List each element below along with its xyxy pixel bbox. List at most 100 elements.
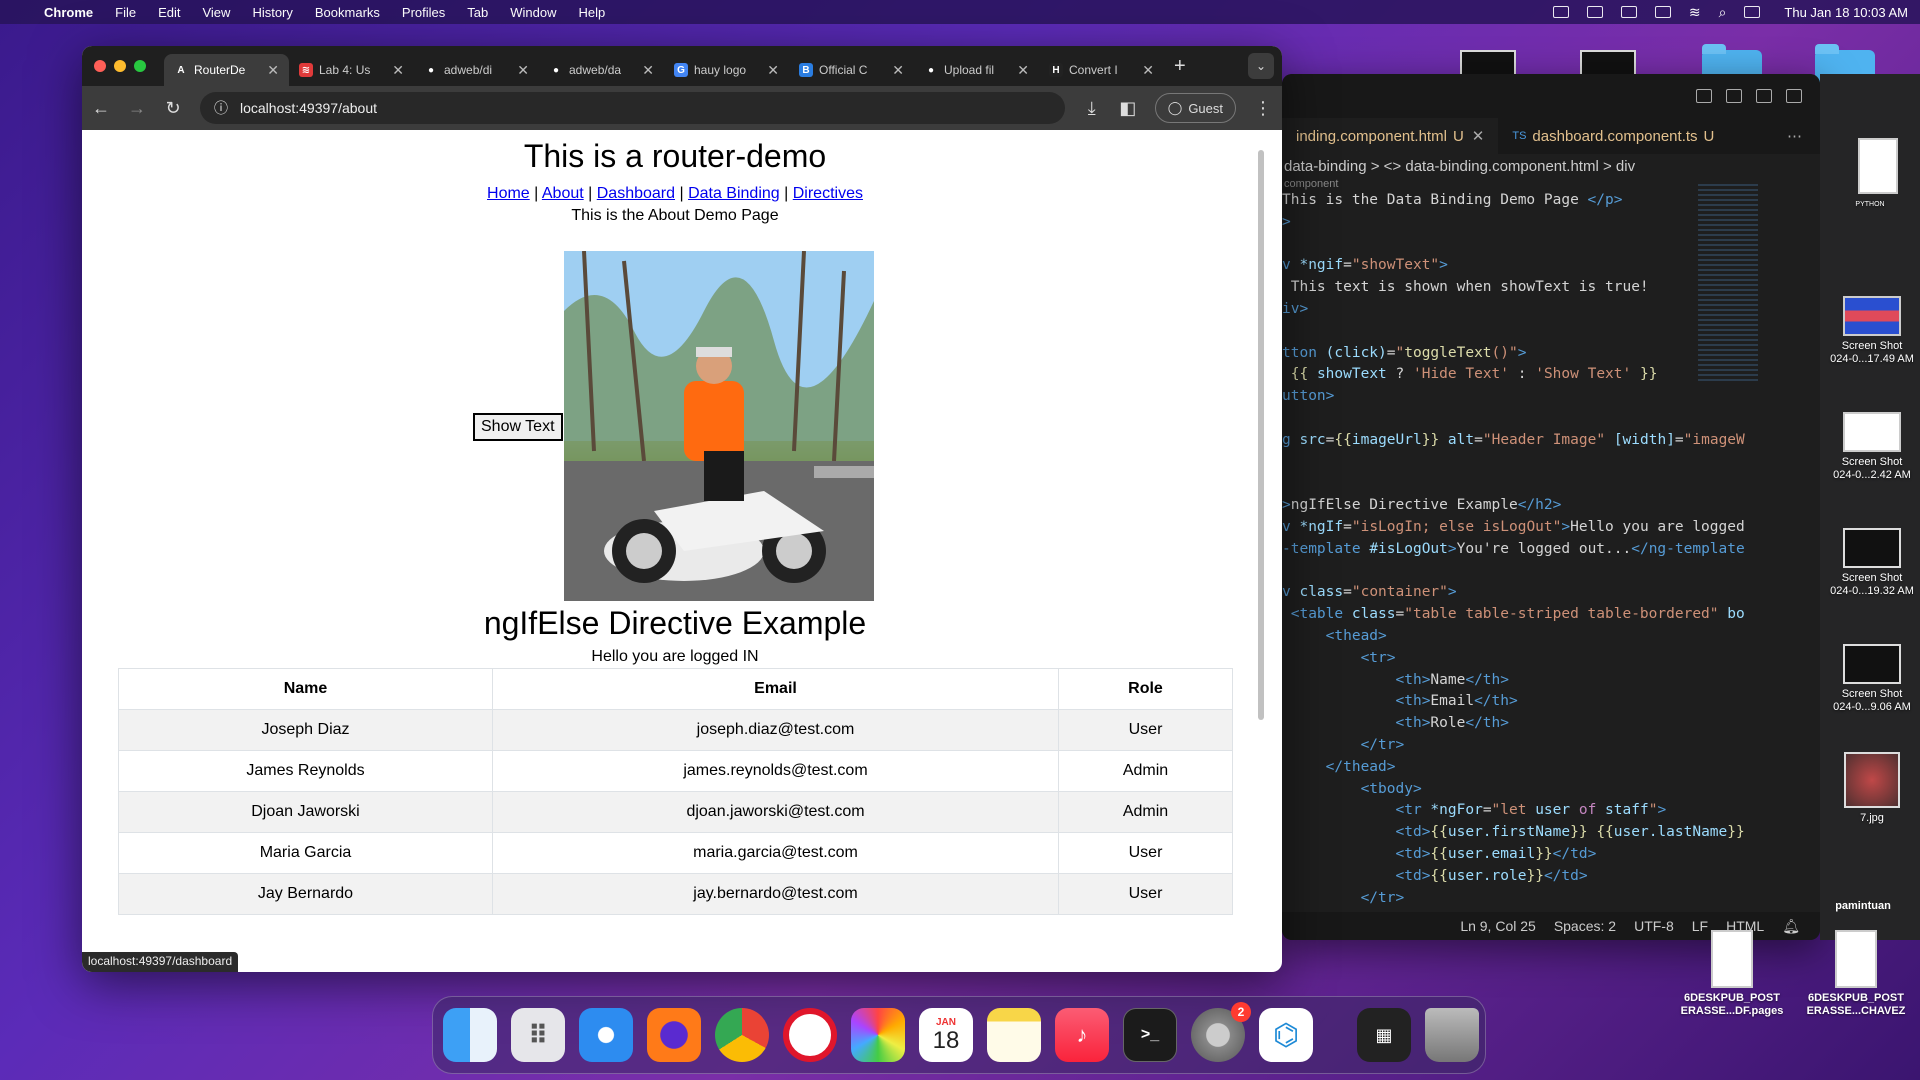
menu-clock[interactable]: Thu Jan 18 10:03 AM [1784, 5, 1908, 20]
vscode-tab-ts[interactable]: TS dashboard.component.ts U [1498, 118, 1728, 154]
screen-mirror-icon[interactable] [1552, 6, 1569, 18]
back-button[interactable]: ← [92, 98, 110, 119]
nav-link-dashboard[interactable]: Dashboard [597, 185, 675, 202]
menu-edit[interactable]: Edit [158, 5, 180, 20]
search-icon[interactable]: ⌕ [1719, 4, 1727, 21]
nav-link-about[interactable]: About [542, 185, 584, 202]
close-tab-icon[interactable]: ✕ [267, 62, 279, 79]
notes-icon[interactable] [987, 1008, 1041, 1062]
vscode-tab-html[interactable]: inding.component.html U ✕ [1282, 118, 1499, 154]
minimap[interactable] [1698, 184, 1758, 384]
finder-icon[interactable] [443, 1008, 497, 1062]
firefox-icon[interactable] [647, 1008, 701, 1062]
close-window-button[interactable] [94, 60, 106, 72]
safari-icon[interactable] [579, 1008, 633, 1062]
minimize-window-button[interactable] [114, 60, 126, 72]
music-icon[interactable]: ♪ [1055, 1008, 1109, 1062]
menu-bookmarks[interactable]: Bookmarks [315, 5, 380, 20]
close-tab-icon[interactable]: ✕ [892, 62, 904, 79]
desktop-screenshot-3[interactable]: Screen Shot 024-0...19.32 AM [1824, 528, 1920, 598]
menu-history[interactable]: History [252, 5, 292, 20]
download-icon[interactable]: ⤓ [1083, 98, 1101, 119]
toggle-panel-icon[interactable] [1726, 89, 1742, 103]
vscode-tabs: inding.component.html U ✕ TS dashboard.c… [1282, 118, 1820, 154]
desktop-screenshot-1[interactable]: Screen Shot 024-0...17.49 AM [1824, 296, 1920, 366]
launchpad-icon[interactable]: ⠿ [511, 1008, 565, 1062]
control-center-icon[interactable] [1744, 6, 1761, 18]
nav-link-data-binding[interactable]: Data Binding [688, 185, 780, 202]
close-tab-icon[interactable]: ✕ [642, 62, 654, 79]
close-tab-icon[interactable]: ✕ [517, 62, 529, 79]
vscode-breadcrumb[interactable]: data-binding > <> data-binding.component… [1282, 154, 1820, 178]
browser-tab[interactable]: ● Upload fil ✕ [914, 54, 1039, 86]
vscode-icon[interactable]: ⌬ [1259, 1008, 1313, 1062]
terminal-icon[interactable]: >_ [1123, 1008, 1177, 1062]
close-icon[interactable]: ✕ [1472, 127, 1485, 145]
photos-icon[interactable] [851, 1008, 905, 1062]
show-text-button[interactable]: Show Text [473, 413, 563, 441]
python-file[interactable]: PYTHON [1826, 138, 1914, 211]
keyboard-icon[interactable] [1586, 6, 1603, 18]
browser-tab[interactable]: H Convert I ✕ [1039, 54, 1164, 86]
calendar-icon[interactable]: JAN 18 [919, 1008, 973, 1062]
tab-title: RouterDe [194, 63, 246, 77]
close-tab-icon[interactable]: ✕ [1142, 62, 1154, 79]
indent-setting[interactable]: Spaces: 2 [1554, 918, 1616, 934]
chrome-tab-strip: A RouterDe ✕ ≋ Lab 4: Us ✕ ● adweb/di ✕ ● adweb/da… [82, 46, 1282, 86]
menu-tab[interactable]: Tab [467, 5, 488, 20]
wifi-icon[interactable]: ≋ [1689, 4, 1701, 21]
new-tab-button[interactable]: + [1174, 55, 1186, 78]
browser-tab[interactable]: A RouterDe ✕ [164, 54, 289, 86]
mute-icon[interactable] [1654, 6, 1671, 18]
toggle-sidebar-icon[interactable] [1696, 89, 1712, 103]
menu-profiles[interactable]: Profiles [402, 5, 445, 20]
side-panel-icon[interactable]: ◧ [1119, 98, 1137, 119]
browser-tab[interactable]: ● adweb/di ✕ [414, 54, 539, 86]
desktop-screenshot-4[interactable]: Screen Shot 024-0...9.06 AM [1824, 644, 1920, 714]
menu-app-name[interactable]: Chrome [44, 5, 93, 20]
menu-help[interactable]: Help [579, 5, 606, 20]
close-tab-icon[interactable]: ✕ [1017, 62, 1029, 79]
desktop-screenshot-2[interactable]: Screen Shot 024-0...2.42 AM [1824, 412, 1920, 482]
browser-tab[interactable]: Ghauy logo ✕ [664, 54, 789, 86]
reload-button[interactable]: ↻ [164, 98, 182, 119]
address-url: localhost:49397/about [240, 100, 377, 116]
menu-file[interactable]: File [115, 5, 136, 20]
browser-tab[interactable]: ● adweb/da ✕ [539, 54, 664, 86]
close-tab-icon[interactable]: ✕ [767, 62, 779, 79]
chrome-menu-icon[interactable]: ⋮ [1254, 98, 1272, 119]
address-bar[interactable]: ⓘ localhost:49397/about [200, 92, 1065, 124]
trash-icon[interactable] [1425, 1008, 1479, 1062]
status-area: ≋ ⌕ Thu Jan 18 10:03 AM [1552, 4, 1908, 21]
cursor-position[interactable]: Ln 9, Col 25 [1460, 918, 1536, 934]
encoding[interactable]: UTF-8 [1634, 918, 1674, 934]
zoom-window-button[interactable] [134, 60, 146, 72]
page-scrollbar[interactable] [1258, 150, 1264, 720]
opera-icon[interactable] [783, 1008, 837, 1062]
more-actions-icon[interactable]: ⋯ [1787, 127, 1802, 145]
menu-window[interactable]: Window [510, 5, 556, 20]
browser-tab[interactable]: B Official C ✕ [789, 54, 914, 86]
profile-button[interactable]: ◯ Guest [1154, 93, 1236, 123]
forward-button[interactable]: → [128, 98, 146, 119]
close-tab-icon[interactable]: ✕ [392, 62, 404, 79]
desktop-image-7jpg[interactable]: 7.jpg [1824, 752, 1920, 825]
nav-link-directives[interactable]: Directives [793, 185, 863, 202]
desktop-pamintuan[interactable]: pamintuan [1808, 900, 1918, 912]
site-info-icon[interactable]: ⓘ [214, 98, 228, 118]
menu-view[interactable]: View [202, 5, 230, 20]
desktop-doc-pages[interactable]: 6DESKPUB_POST ERASSE...DF.pages [1672, 930, 1792, 1018]
desktop-doc-pdf[interactable]: 6DESKPUB_POST ERASSE...CHAVEZ [1794, 930, 1918, 1018]
cell-name: James Reynolds [118, 750, 493, 792]
apple-icon[interactable] [12, 4, 26, 20]
browser-tab[interactable]: ≋ Lab 4: Us ✕ [289, 54, 414, 86]
nav-link-home[interactable]: Home [487, 185, 530, 202]
chrome-icon[interactable] [715, 1008, 769, 1062]
system-settings-icon[interactable]: 2 [1191, 1002, 1251, 1062]
tab-search-icon[interactable]: ⌄ [1248, 53, 1274, 79]
creative-cloud-icon[interactable] [1620, 6, 1637, 18]
customize-layout-icon[interactable] [1786, 89, 1802, 103]
toggle-secondary-sidebar-icon[interactable] [1756, 89, 1772, 103]
downloads-stack-icon[interactable]: ▦ [1357, 1008, 1411, 1062]
cell-role: User [1058, 832, 1233, 874]
